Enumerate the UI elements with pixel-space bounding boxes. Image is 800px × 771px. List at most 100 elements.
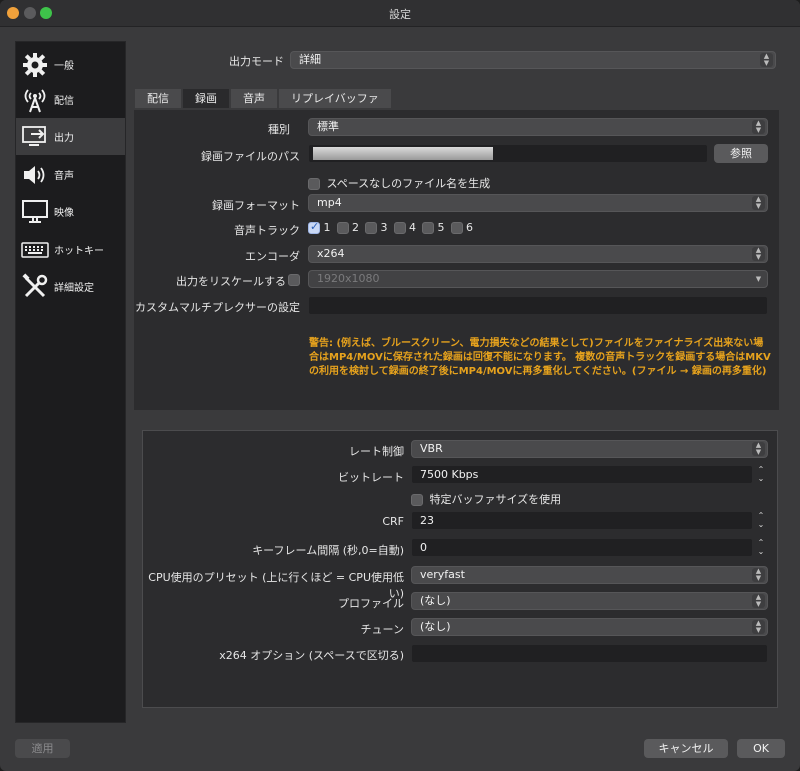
- updown-chevron-icon: ▲ ▼: [752, 120, 765, 134]
- tune-value: (なし): [420, 620, 451, 633]
- bitrate-stepper-icon[interactable]: ⌃ ⌄: [755, 465, 767, 484]
- sidebar-item-output[interactable]: 出力: [16, 118, 125, 155]
- updown-chevron-icon: ▲ ▼: [752, 568, 765, 582]
- sidebar-item-label: 配信: [54, 96, 74, 107]
- title-bar: 設定: [0, 0, 800, 27]
- chevron-down-icon: ▼: [755, 275, 762, 283]
- broadcast-antenna-icon: [20, 85, 50, 115]
- cancel-button[interactable]: キャンセル: [644, 739, 728, 758]
- sidebar-item-stream[interactable]: 配信: [16, 81, 125, 118]
- tab-recording[interactable]: 録画: [182, 88, 230, 109]
- rescale-value: 1920x1080: [317, 272, 380, 285]
- browse-button[interactable]: 参照: [714, 144, 768, 163]
- sidebar-item-audio[interactable]: 音声: [16, 156, 125, 193]
- ok-button[interactable]: OK: [737, 739, 785, 758]
- nospace-option[interactable]: スペースなしのファイル名を生成: [308, 175, 490, 191]
- tab-replay-buffer[interactable]: リプレイバッファ: [278, 88, 392, 109]
- tune-select[interactable]: (なし) ▲ ▼: [411, 618, 768, 636]
- updown-chevron-icon: ▲ ▼: [752, 594, 765, 608]
- buffer-size-checkbox[interactable]: [411, 494, 423, 506]
- type-select[interactable]: 標準 ▲ ▼: [308, 118, 768, 136]
- apply-button[interactable]: 適用: [15, 739, 70, 758]
- bitrate-value: 7500 Kbps: [420, 468, 479, 481]
- rate-control-select[interactable]: VBR ▲ ▼: [411, 440, 768, 458]
- updown-chevron-icon: ▲ ▼: [752, 620, 765, 634]
- type-value: 標準: [317, 120, 339, 133]
- crf-stepper-icon[interactable]: ⌃ ⌄: [755, 511, 767, 530]
- keyframe-spinbox[interactable]: 0: [411, 538, 753, 557]
- track-number: 5: [437, 221, 445, 234]
- rescale-select[interactable]: 1920x1080 ▼: [308, 270, 768, 288]
- track-4[interactable]: 4: [393, 221, 416, 234]
- track-checkbox[interactable]: [336, 222, 349, 234]
- encoder-label: エンコーダ: [245, 250, 300, 263]
- display-icon: [20, 197, 50, 227]
- keyframe-value: 0: [420, 541, 427, 554]
- rate-control-value: VBR: [420, 442, 443, 455]
- recording-path-field[interactable]: [308, 144, 708, 163]
- track-number: 6: [466, 221, 473, 234]
- sidebar-item-video[interactable]: 映像: [16, 193, 125, 230]
- keyboard-icon: [20, 235, 50, 265]
- muxer-settings-field[interactable]: [308, 296, 768, 315]
- track-checkbox[interactable]: [308, 220, 320, 234]
- bitrate-label: ビットレート: [338, 471, 404, 484]
- sidebar-item-advanced[interactable]: 詳細設定: [16, 268, 125, 305]
- keyframe-stepper-icon[interactable]: ⌃ ⌄: [755, 538, 767, 557]
- audio-track-checkboxes: 1 2 3 4 5 6: [308, 220, 473, 234]
- track-5[interactable]: 5: [422, 221, 445, 234]
- track-checkbox[interactable]: [450, 222, 463, 234]
- profile-value: (なし): [420, 594, 451, 607]
- buffer-size-option[interactable]: 特定バッファサイズを使用: [411, 491, 561, 507]
- muxer-label: カスタムマルチプレクサーの設定: [135, 301, 300, 314]
- x264-options-field[interactable]: [411, 644, 768, 663]
- track-checkbox[interactable]: [365, 222, 377, 234]
- track-3[interactable]: 3: [365, 221, 388, 234]
- output-mode-label: 出力モード: [229, 55, 284, 68]
- track-checkbox[interactable]: [422, 222, 434, 234]
- buffer-size-label: 特定バッファサイズを使用: [429, 493, 562, 506]
- sidebar-item-label: 一般: [54, 61, 74, 72]
- preset-select[interactable]: veryfast ▲ ▼: [411, 566, 768, 584]
- nospace-checkbox[interactable]: [308, 178, 320, 190]
- type-label: 種別: [268, 123, 290, 136]
- settings-sidebar: 一般 配信 出力 音声 映像 ホットキー 詳細設定: [15, 41, 126, 723]
- audio-track-label: 音声トラック: [234, 224, 300, 237]
- sidebar-item-general[interactable]: 一般: [16, 46, 125, 83]
- settings-window: 設定 一般 配信 出力 音声 映像 ホットキー 詳細設定 出力モード 詳細 ▲ …: [0, 0, 800, 771]
- tab-audio[interactable]: 音声: [230, 88, 278, 109]
- format-select[interactable]: mp4 ▲ ▼: [308, 194, 768, 212]
- updown-chevron-icon: ▲ ▼: [752, 442, 765, 456]
- sidebar-item-hotkeys[interactable]: ホットキー: [16, 231, 125, 268]
- tab-stream[interactable]: 配信: [134, 88, 182, 109]
- crf-spinbox[interactable]: 23: [411, 511, 753, 530]
- track-6[interactable]: 6: [450, 221, 473, 234]
- format-value: mp4: [317, 196, 342, 209]
- track-1[interactable]: 1: [308, 220, 331, 234]
- profile-select[interactable]: (なし) ▲ ▼: [411, 592, 768, 610]
- sidebar-item-label: 出力: [54, 133, 74, 144]
- bitrate-spinbox[interactable]: 7500 Kbps: [411, 465, 753, 484]
- rate-control-label: レート制御: [349, 445, 404, 458]
- output-mode-select[interactable]: 詳細 ▲ ▼: [290, 51, 776, 69]
- encoder-value: x264: [317, 247, 345, 260]
- track-checkbox[interactable]: [393, 222, 406, 234]
- rescale-checkbox[interactable]: [288, 274, 300, 286]
- sidebar-item-label: 音声: [54, 171, 74, 182]
- updown-chevron-icon: ▲ ▼: [760, 53, 773, 67]
- recording-path-label: 録画ファイルのパス: [201, 150, 300, 163]
- profile-label: プロファイル: [338, 597, 404, 610]
- sidebar-item-label: 詳細設定: [54, 283, 94, 294]
- track-2[interactable]: 2: [336, 221, 359, 234]
- speaker-icon: [20, 160, 50, 190]
- sidebar-item-label: ホットキー: [54, 246, 104, 257]
- window-title: 設定: [389, 8, 411, 21]
- updown-chevron-icon: ▲ ▼: [752, 247, 765, 261]
- encoder-select[interactable]: x264 ▲ ▼: [308, 245, 768, 263]
- output-monitor-icon: [20, 122, 50, 152]
- output-mode-value: 詳細: [299, 53, 321, 66]
- sidebar-item-label: 映像: [54, 208, 74, 219]
- crf-label: CRF: [382, 515, 404, 528]
- tools-icon: [20, 272, 50, 302]
- track-number: 3: [380, 221, 388, 234]
